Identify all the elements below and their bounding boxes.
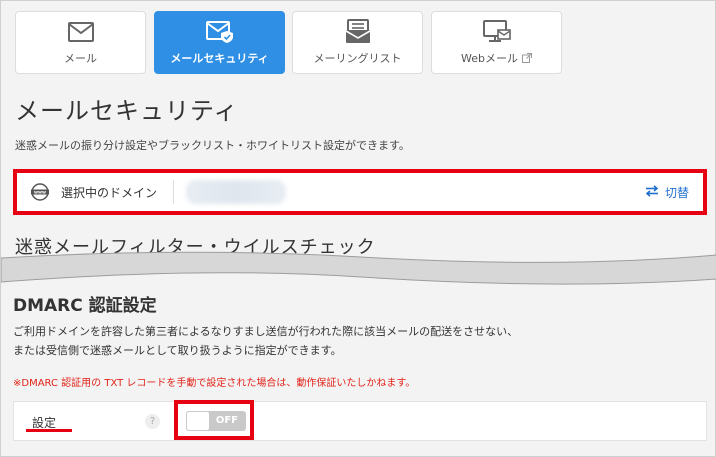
www-globe-icon: www — [31, 182, 51, 202]
dmarc-toggle-highlight: OFF — [174, 400, 254, 440]
omitted-content-divider — [1, 251, 716, 285]
dmarc-toggle-switch[interactable]: OFF — [186, 411, 246, 431]
swap-arrows-icon — [645, 184, 659, 200]
tab-mail-security-label: メールセキュリティ — [170, 52, 269, 65]
tab-mail-security[interactable]: メールセキュリティ — [154, 11, 285, 74]
domain-selector-highlight: www 選択中のドメイン 切替 — [13, 169, 707, 215]
dmarc-section-title: DMARC 認証設定 — [13, 296, 157, 316]
tab-mailing-list[interactable]: メーリングリスト — [292, 11, 423, 74]
page-title: メールセキュリティ — [15, 97, 239, 125]
setting-label-underline — [26, 429, 72, 432]
envelope-icon — [65, 19, 97, 45]
dmarc-setting-row: 設定 ? — [13, 401, 707, 441]
tab-webmail[interactable]: Webメール — [431, 11, 562, 74]
svg-text:www: www — [34, 191, 46, 196]
mailing-list-icon — [342, 19, 374, 45]
dmarc-description-line-2: または受信側で迷惑メールとして取り扱うように指定ができます。 — [13, 344, 342, 357]
tab-mail-label: メール — [64, 52, 97, 65]
switch-domain-button[interactable]: 切替 — [645, 184, 689, 201]
envelope-shield-icon — [204, 19, 236, 45]
tab-webmail-label: Webメール — [461, 52, 518, 65]
toggle-knob — [186, 411, 210, 431]
monitor-mail-icon — [481, 19, 513, 45]
tab-mail[interactable]: メール — [15, 11, 146, 74]
page-description: 迷惑メールの振り分け設定やブラックリスト・ホワイトリスト設定ができます。 — [15, 139, 410, 152]
selected-domain-label: 選択中のドメイン — [61, 185, 158, 200]
dmarc-warning-note: ※DMARC 認証用の TXT レコードを手動で設定された場合は、動作保証いたし… — [13, 378, 416, 389]
toggle-state-label: OFF — [215, 415, 238, 426]
switch-domain-label: 切替 — [664, 185, 689, 200]
tab-bar: メール メールセキュリティ メーリングリスト Webメール — [15, 11, 575, 75]
dmarc-description-line-1: ご利用ドメインを許容した第三者によるなりすまし送信が行われた際に該当メールの配送… — [13, 325, 519, 338]
domain-selector: www 選択中のドメイン 切替 — [17, 173, 703, 211]
help-icon[interactable]: ? — [145, 414, 160, 429]
dmarc-description: ご利用ドメインを許容した第三者によるなりすまし送信が行われた際に該当メールの配送… — [13, 322, 518, 360]
divider — [173, 180, 175, 204]
tab-mailing-list-label: メーリングリスト — [313, 52, 402, 65]
external-link-icon — [521, 53, 532, 66]
selected-domain-value-redacted — [186, 180, 287, 204]
